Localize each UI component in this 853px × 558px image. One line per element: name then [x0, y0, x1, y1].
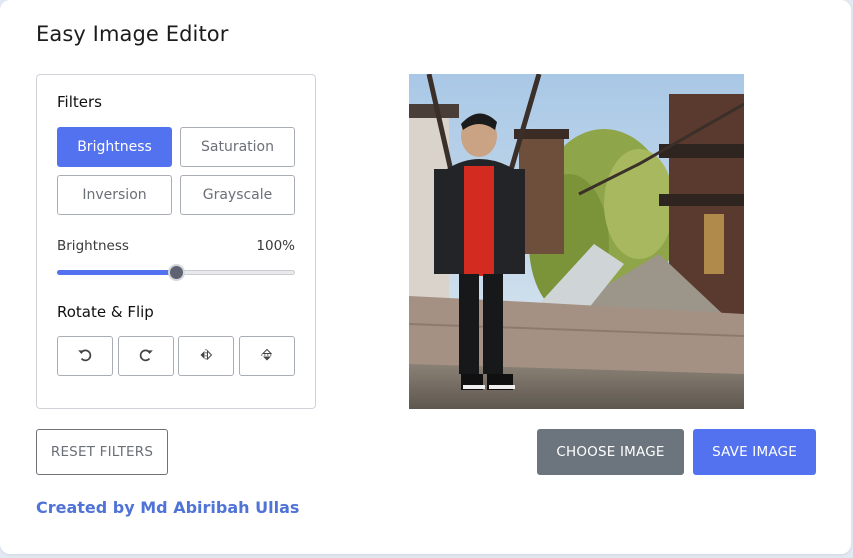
- credit-text: Created by Md Abiribah Ullas: [36, 498, 300, 517]
- page-title: Easy Image Editor: [36, 22, 229, 46]
- filter-grayscale-button[interactable]: Grayscale: [180, 175, 295, 215]
- preview-photo: [409, 74, 744, 409]
- flip-vertical-icon: [259, 347, 275, 366]
- slider-value: 100%: [256, 238, 295, 254]
- rotate-left-icon: [77, 347, 93, 366]
- filter-brightness-button[interactable]: Brightness: [57, 127, 172, 167]
- slider-thumb[interactable]: [168, 264, 185, 281]
- slider-name: Brightness: [57, 238, 129, 254]
- reset-filters-button[interactable]: RESET FILTERS: [36, 429, 168, 475]
- save-image-button[interactable]: SAVE IMAGE: [693, 429, 816, 475]
- flip-horizontal-icon: [198, 347, 214, 366]
- controls-panel: Filters Brightness Saturation Inversion …: [36, 74, 316, 409]
- image-preview: [409, 74, 744, 409]
- filter-inversion-button[interactable]: Inversion: [57, 175, 172, 215]
- rotate-right-icon: [138, 347, 154, 366]
- filters-heading: Filters: [57, 93, 102, 111]
- rotate-left-button[interactable]: [57, 336, 113, 376]
- editor-card: Easy Image Editor Filters Brightness Sat…: [0, 0, 851, 554]
- flip-vertical-button[interactable]: [239, 336, 295, 376]
- rotate-right-button[interactable]: [118, 336, 174, 376]
- flip-horizontal-button[interactable]: [178, 336, 234, 376]
- filter-saturation-button[interactable]: Saturation: [180, 127, 295, 167]
- choose-image-button[interactable]: CHOOSE IMAGE: [537, 429, 684, 475]
- slider-fill: [57, 270, 176, 275]
- brightness-slider[interactable]: [57, 264, 295, 281]
- rotate-flip-heading: Rotate & Flip: [57, 303, 154, 321]
- slider-info: Brightness 100%: [57, 238, 295, 254]
